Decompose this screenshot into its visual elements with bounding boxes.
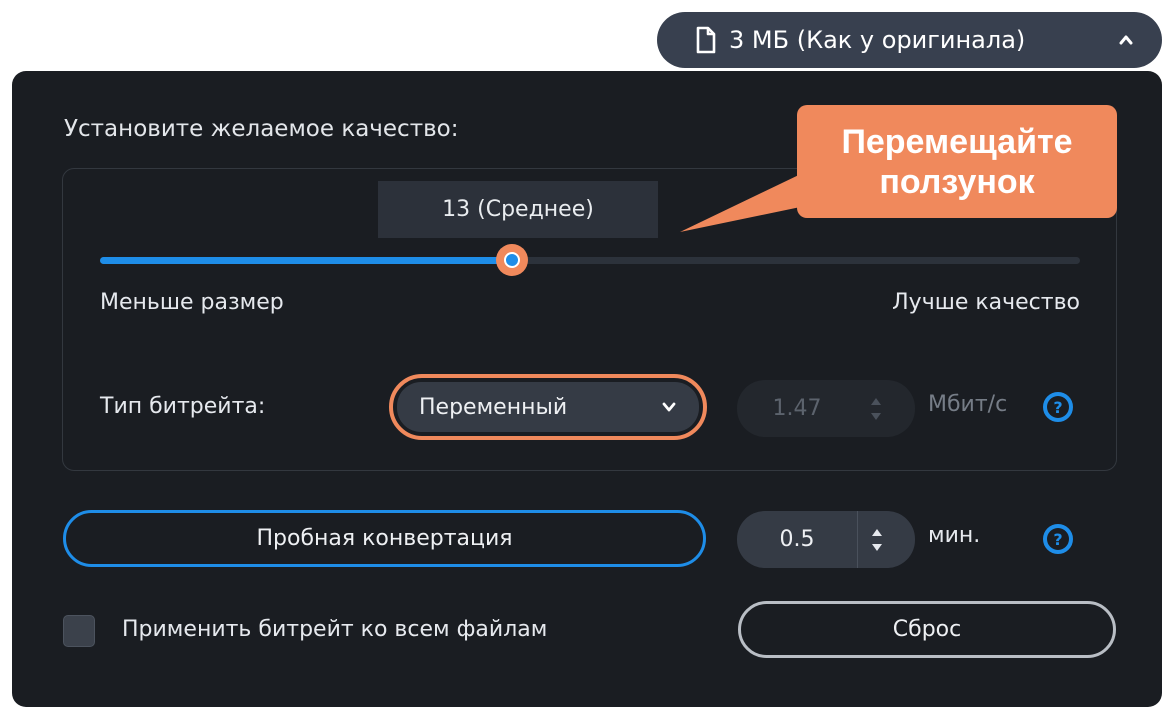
callout-line-1: Перемещайте: [841, 122, 1073, 161]
increment-arrow-icon[interactable]: [872, 528, 882, 536]
apply-to-all-label[interactable]: Применить битрейт ко всем файлам: [122, 617, 547, 642]
slider-min-label: Меньше размер: [100, 290, 284, 315]
decrement-arrow-icon: [871, 412, 881, 420]
drag-slider-callout: Перемещайте ползунок: [797, 105, 1117, 218]
trial-duration-stepper[interactable]: 0.5: [737, 511, 915, 568]
trial-duration-value[interactable]: 0.5: [737, 527, 857, 552]
bitrate-type-value: Переменный: [419, 394, 568, 420]
callout-line-2: ползунок: [879, 162, 1035, 201]
decrement-arrow-icon[interactable]: [872, 543, 882, 551]
bitrate-unit-label: Мбит/с: [928, 392, 1008, 417]
quality-slider-track[interactable]: [100, 257, 1080, 264]
chevron-up-icon: [1119, 35, 1133, 45]
slider-max-label: Лучше качество: [892, 290, 1080, 315]
bitrate-value-stepper: 1.47: [737, 380, 915, 437]
slider-thumb-dot: [503, 252, 520, 268]
bitrate-value: 1.47: [772, 396, 822, 421]
quality-slider-fill: [100, 257, 512, 264]
help-icon[interactable]: ?: [1043, 392, 1073, 422]
increment-arrow-icon: [871, 397, 881, 405]
bitrate-type-highlight: Переменный: [389, 374, 707, 440]
quality-title: Установите желаемое качество:: [64, 116, 459, 142]
help-icon[interactable]: ?: [1043, 524, 1073, 554]
bitrate-type-select[interactable]: Переменный: [397, 382, 699, 432]
trial-duration-unit: мин.: [928, 523, 981, 548]
chevron-down-icon: [662, 402, 676, 412]
apply-to-all-checkbox[interactable]: [63, 615, 95, 647]
output-size-label: 3 МБ (Как у оригинала): [729, 26, 1026, 54]
bitrate-type-label: Тип битрейта:: [100, 394, 266, 419]
file-icon: [696, 26, 716, 54]
output-size-dropdown[interactable]: 3 МБ (Как у оригинала): [657, 12, 1162, 68]
reset-button[interactable]: Сброс: [738, 601, 1116, 658]
trial-conversion-button[interactable]: Пробная конвертация: [63, 510, 706, 567]
quality-value-display: 13 (Среднее): [378, 181, 658, 238]
quality-slider-thumb[interactable]: [495, 244, 528, 276]
